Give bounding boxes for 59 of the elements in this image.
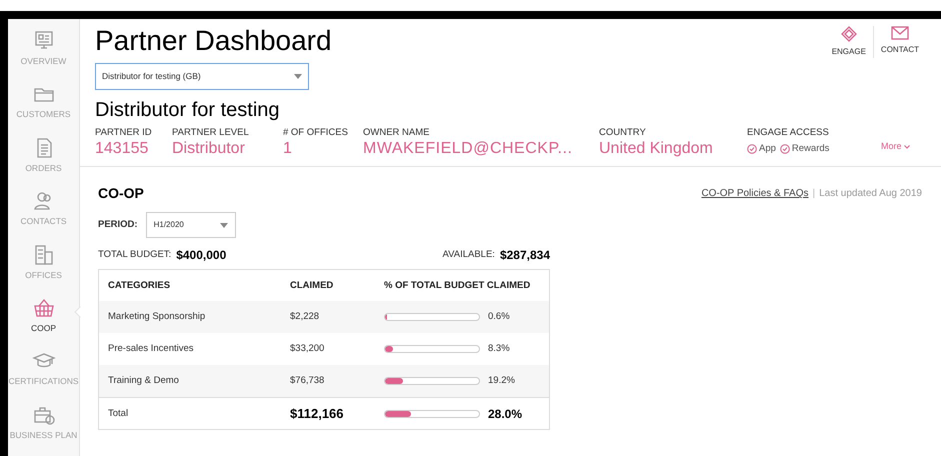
check-circle-icon xyxy=(780,144,790,154)
sidebar-item[interactable]: OFFICES xyxy=(8,242,79,296)
field-label: OWNER NAME xyxy=(363,126,430,140)
caret-icon xyxy=(220,222,228,228)
table-cell: 8.3% xyxy=(488,342,510,356)
field-value: 1 xyxy=(283,140,293,158)
table-cell-text: Total xyxy=(108,406,130,421)
table-cell: 0.6% xyxy=(488,310,510,324)
page-title: Partner Dashboard xyxy=(95,24,332,58)
sidebar-item[interactable]: CONTACTS xyxy=(8,189,79,242)
sidebar-item[interactable]: CERTIFICATIONS xyxy=(8,349,79,403)
partner-select[interactable]: Distributor for testing (GB) xyxy=(95,63,309,90)
sidebar-item[interactable]: OVERVIEW xyxy=(8,29,79,82)
sidebar-item[interactable]: BUSINESS PLAN xyxy=(8,402,79,456)
field-label: PARTNER LEVEL xyxy=(172,126,250,140)
total-budget-value: $400,000 xyxy=(176,247,226,264)
access-item: Rewards xyxy=(792,142,830,156)
field-value: United Kingdom xyxy=(599,140,714,158)
table-cell: 19.2% xyxy=(488,374,515,388)
engage-button[interactable]: ENGAGE xyxy=(824,26,873,58)
table-cell-text: $2,228 xyxy=(290,310,320,324)
field-value: MWAKEFIELD@CHECKP... xyxy=(363,140,574,158)
field-value: 143155 xyxy=(95,140,150,158)
last-updated: Last updated Aug 2019 xyxy=(819,187,922,202)
caret-icon xyxy=(294,74,302,79)
table-cell-text: 28.0% xyxy=(488,406,522,423)
table-cell-text: $112,166 xyxy=(290,405,345,423)
period-label: PERIOD: xyxy=(98,218,138,232)
field-value: Distributor xyxy=(172,140,246,158)
diamond-icon xyxy=(840,26,857,42)
separator: | xyxy=(812,187,816,202)
check-circle-icon xyxy=(747,144,757,154)
available-value: $287,834 xyxy=(500,247,550,264)
chevron-down-icon xyxy=(904,144,910,149)
field-label: ENGAGE ACCESS xyxy=(747,126,830,140)
sidebar-item[interactable]: CUSTOMERS xyxy=(8,82,79,136)
table-cell-text: $33,200 xyxy=(290,342,326,356)
more-link[interactable]: More xyxy=(881,140,910,154)
column-header: % OF TOTAL BUDGET CLAIMED xyxy=(384,278,530,293)
total-budget-label: TOTAL BUDGET: xyxy=(98,248,172,262)
available-label: AVAILABLE: xyxy=(442,248,495,262)
contact-button[interactable]: CONTACT xyxy=(872,26,926,58)
period-select[interactable]: H1/2020 xyxy=(146,212,236,238)
column-header: CATEGORIES xyxy=(108,278,172,293)
table-cell-text: Pre-sales Incentives xyxy=(108,342,195,356)
table-cell-text: Marketing Sponsorship xyxy=(108,310,206,324)
mail-icon xyxy=(890,26,909,40)
sidebar-item[interactable]: ORDERS xyxy=(8,136,79,190)
field-label: COUNTRY xyxy=(599,126,647,140)
partner-name: Distributor for testing xyxy=(95,98,281,122)
field-label: # OF OFFICES xyxy=(283,126,349,140)
policies-link[interactable]: CO-OP Policies & FAQs xyxy=(701,186,809,202)
table-cell-text: Training & Demo xyxy=(108,374,180,388)
access-item: App xyxy=(759,142,776,156)
field-label: PARTNER ID xyxy=(95,126,153,140)
sidebar-item[interactable]: COOP xyxy=(8,296,79,350)
column-header: CLAIMED xyxy=(290,278,334,293)
table-cell-text: $76,738 xyxy=(290,374,326,388)
section-title: CO-OP xyxy=(98,184,144,204)
